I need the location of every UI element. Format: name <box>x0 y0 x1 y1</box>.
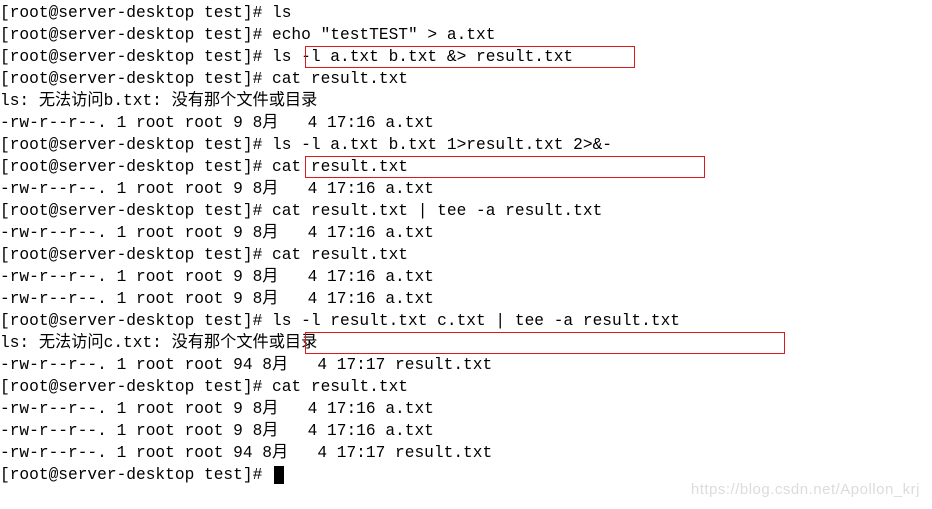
terminal-line: [root@server-desktop test]# cat result.t… <box>0 376 932 398</box>
output-text: ls: 无法访问c.txt: 没有那个文件或目录 <box>0 334 317 352</box>
terminal-line: [root@server-desktop test]# cat result.t… <box>0 156 932 178</box>
terminal-line: [root@server-desktop test]# cat result.t… <box>0 68 932 90</box>
terminal-line: -rw-r--r--. 1 root root 94 8月 4 17:17 re… <box>0 442 932 464</box>
shell-prompt: [root@server-desktop test]# <box>0 466 272 484</box>
command-text: ls -l a.txt b.txt &> result.txt <box>272 48 573 66</box>
command-text: ls <box>272 4 291 22</box>
output-text: -rw-r--r--. 1 root root 94 8月 4 17:17 re… <box>0 444 492 462</box>
terminal-line: [root@server-desktop test]# echo "testTE… <box>0 24 932 46</box>
terminal-line: [root@server-desktop test]# cat result.t… <box>0 244 932 266</box>
output-text: -rw-r--r--. 1 root root 9 8月 4 17:16 a.t… <box>0 114 434 132</box>
terminal-line: [root@server-desktop test]# ls <box>0 2 932 24</box>
terminal-line: ls: 无法访问c.txt: 没有那个文件或目录 <box>0 332 932 354</box>
terminal-line: -rw-r--r--. 1 root root 9 8月 4 17:16 a.t… <box>0 222 932 244</box>
terminal-line: [root@server-desktop test]# ls -l a.txt … <box>0 134 932 156</box>
shell-prompt: [root@server-desktop test]# <box>0 4 272 22</box>
command-text: cat result.txt <box>272 246 408 264</box>
terminal-line: -rw-r--r--. 1 root root 9 8月 4 17:16 a.t… <box>0 178 932 200</box>
shell-prompt: [root@server-desktop test]# <box>0 70 272 88</box>
command-text: cat result.txt <box>272 378 408 396</box>
terminal-line: [root@server-desktop test]# ls -l result… <box>0 310 932 332</box>
output-text: -rw-r--r--. 1 root root 9 8月 4 17:16 a.t… <box>0 224 434 242</box>
output-text: -rw-r--r--. 1 root root 94 8月 4 17:17 re… <box>0 356 492 374</box>
output-text: -rw-r--r--. 1 root root 9 8月 4 17:16 a.t… <box>0 180 434 198</box>
output-text: -rw-r--r--. 1 root root 9 8月 4 17:16 a.t… <box>0 400 434 418</box>
command-text: cat result.txt <box>272 70 408 88</box>
terminal-line: -rw-r--r--. 1 root root 9 8月 4 17:16 a.t… <box>0 420 932 442</box>
output-text: -rw-r--r--. 1 root root 9 8月 4 17:16 a.t… <box>0 268 434 286</box>
output-text: -rw-r--r--. 1 root root 9 8月 4 17:16 a.t… <box>0 422 434 440</box>
cursor <box>274 466 284 484</box>
terminal-line: -rw-r--r--. 1 root root 9 8月 4 17:16 a.t… <box>0 266 932 288</box>
shell-prompt: [root@server-desktop test]# <box>0 246 272 264</box>
terminal-line: -rw-r--r--. 1 root root 94 8月 4 17:17 re… <box>0 354 932 376</box>
command-text: cat result.txt | tee -a result.txt <box>272 202 602 220</box>
terminal-line: -rw-r--r--. 1 root root 9 8月 4 17:16 a.t… <box>0 288 932 310</box>
command-text: ls -l a.txt b.txt 1>result.txt 2>&- <box>272 136 612 154</box>
command-text: ls -l result.txt c.txt | tee -a result.t… <box>272 312 680 330</box>
terminal-line: -rw-r--r--. 1 root root 9 8月 4 17:16 a.t… <box>0 398 932 420</box>
shell-prompt: [root@server-desktop test]# <box>0 48 272 66</box>
terminal-line: [root@server-desktop test]# <box>0 464 932 486</box>
output-text: -rw-r--r--. 1 root root 9 8月 4 17:16 a.t… <box>0 290 434 308</box>
terminal-line: ls: 无法访问b.txt: 没有那个文件或目录 <box>0 90 932 112</box>
shell-prompt: [root@server-desktop test]# <box>0 202 272 220</box>
shell-prompt: [root@server-desktop test]# <box>0 136 272 154</box>
shell-prompt: [root@server-desktop test]# <box>0 158 272 176</box>
shell-prompt: [root@server-desktop test]# <box>0 26 272 44</box>
command-text: cat result.txt <box>272 158 408 176</box>
terminal-output[interactable]: [root@server-desktop test]# ls[root@serv… <box>0 2 932 486</box>
terminal-line: -rw-r--r--. 1 root root 9 8月 4 17:16 a.t… <box>0 112 932 134</box>
shell-prompt: [root@server-desktop test]# <box>0 312 272 330</box>
terminal-line: [root@server-desktop test]# cat result.t… <box>0 200 932 222</box>
terminal-line: [root@server-desktop test]# ls -l a.txt … <box>0 46 932 68</box>
shell-prompt: [root@server-desktop test]# <box>0 378 272 396</box>
output-text: ls: 无法访问b.txt: 没有那个文件或目录 <box>0 92 317 110</box>
command-text: echo "testTEST" > a.txt <box>272 26 495 44</box>
